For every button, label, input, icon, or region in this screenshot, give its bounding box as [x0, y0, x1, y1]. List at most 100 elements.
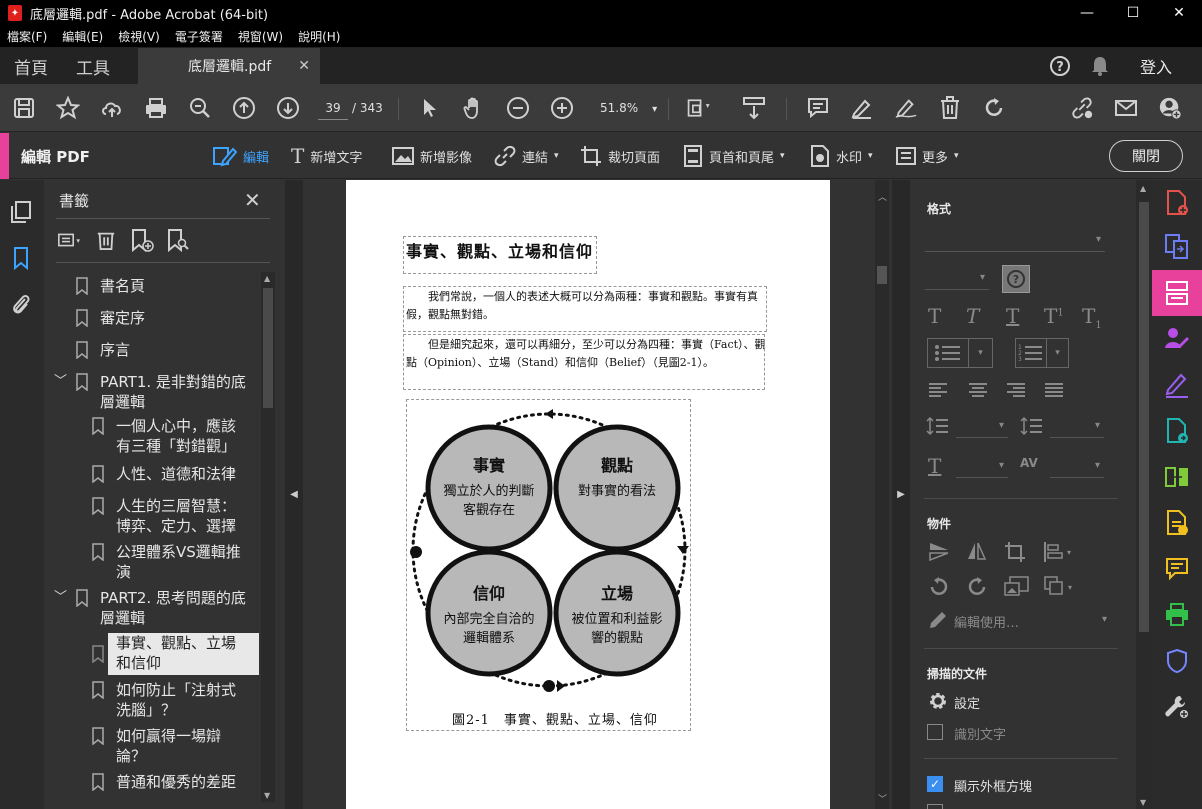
- rotate-right-icon[interactable]: [966, 576, 988, 602]
- request-signature-icon[interactable]: [1164, 326, 1190, 352]
- chevron-down-icon[interactable]: ▾: [1102, 614, 1107, 625]
- bookmark-item[interactable]: 公理體系VS邏輯推演: [70, 542, 250, 582]
- delete-bookmark-icon[interactable]: [94, 228, 118, 252]
- chevron-down-icon[interactable]: ﹀: [54, 588, 72, 608]
- scrollbar-thumb[interactable]: [1139, 202, 1149, 632]
- next-checkbox[interactable]: [927, 804, 943, 809]
- bookmark-item-selected[interactable]: 事實、觀點、立場和信仰: [70, 633, 259, 675]
- arrange-icon[interactable]: ▾: [1044, 576, 1078, 602]
- page-number-input[interactable]: 39: [318, 96, 348, 120]
- collapse-right-panel-button[interactable]: ▶: [892, 180, 910, 809]
- document-scrollbar[interactable]: ︿ ﹀: [875, 180, 889, 809]
- more-tools-wrench-icon[interactable]: [1164, 694, 1190, 720]
- line-spacing-icon[interactable]: [926, 416, 950, 440]
- add-user-icon[interactable]: [1158, 96, 1182, 120]
- bookmark-item[interactable]: ﹀ PART1. 是非對錯的底層邏輯: [54, 372, 249, 412]
- watermark-tool[interactable]: 水印 ▾: [810, 144, 873, 168]
- options-menu-icon[interactable]: ▾: [58, 228, 82, 252]
- paragraph-spacing-dropdown[interactable]: [1050, 418, 1104, 438]
- flip-horizontal-icon[interactable]: [966, 541, 988, 565]
- align-justify-icon[interactable]: [1044, 382, 1064, 402]
- flip-vertical-icon[interactable]: [928, 541, 950, 565]
- bullet-list-dropdown[interactable]: ▾: [927, 338, 993, 368]
- bookmark-item[interactable]: 序言: [54, 340, 130, 360]
- protect-shield-icon[interactable]: [1164, 648, 1190, 674]
- menu-esign[interactable]: 電子簽署: [168, 28, 231, 45]
- format-panel-scrollbar[interactable]: ▲ ▼: [1136, 180, 1152, 809]
- help-icon[interactable]: ?: [1002, 265, 1030, 293]
- zoom-search-icon[interactable]: [188, 96, 212, 120]
- save-icon[interactable]: [12, 96, 36, 120]
- close-window-button[interactable]: ✕: [1156, 0, 1202, 26]
- bookmark-item[interactable]: 如何防止「注射式洗腦」？: [70, 680, 250, 720]
- add-image-tool[interactable]: 新增影像: [392, 144, 472, 168]
- share-link-icon[interactable]: [1070, 96, 1094, 120]
- star-icon[interactable]: [56, 96, 80, 120]
- signin-link[interactable]: 登入: [1140, 54, 1172, 78]
- edit-using-dropdown[interactable]: 編輯使用…: [954, 612, 1019, 631]
- zoom-level-dropdown[interactable]: 51.8% ▾: [592, 96, 662, 120]
- menu-edit[interactable]: 編輯(E): [55, 28, 111, 45]
- menu-help[interactable]: 說明(H): [291, 28, 348, 45]
- align-objects-icon[interactable]: ▾: [1042, 541, 1076, 567]
- page-thumbnails-icon[interactable]: [9, 200, 33, 224]
- crop-page-tool[interactable]: 裁切頁面: [580, 144, 660, 168]
- bookmark-panel-icon[interactable]: [9, 246, 33, 270]
- align-left-icon[interactable]: [928, 382, 948, 402]
- align-right-icon[interactable]: [1006, 382, 1026, 402]
- character-spacing-dropdown[interactable]: [1050, 458, 1104, 478]
- help-icon[interactable]: ?: [1040, 55, 1080, 77]
- chevron-down-icon[interactable]: ﹀: [54, 372, 72, 392]
- align-center-icon[interactable]: [968, 382, 988, 402]
- export-pdf-icon[interactable]: [1164, 418, 1190, 444]
- font-size-dropdown[interactable]: [925, 270, 989, 290]
- delete-icon[interactable]: [938, 96, 962, 120]
- figure-caption[interactable]: 圖2-1 事實、觀點、立場、信仰: [452, 709, 658, 728]
- cloud-upload-icon[interactable]: [100, 96, 124, 120]
- scroll-mode-icon[interactable]: [742, 96, 766, 120]
- scroll-up-icon[interactable]: ▲: [1140, 184, 1146, 193]
- recognize-text-checkbox[interactable]: [927, 724, 943, 740]
- highlight-pen-icon[interactable]: [850, 96, 874, 120]
- bookmark-item[interactable]: ﹀ PART2. 思考問題的底層邏輯: [54, 588, 249, 628]
- bookmark-item[interactable]: 人性、道德和法律: [70, 464, 236, 484]
- close-edit-button[interactable]: 關閉: [1109, 140, 1183, 172]
- gear-icon[interactable]: [927, 690, 949, 716]
- zoom-in-icon[interactable]: [550, 96, 574, 120]
- redo-icon[interactable]: [982, 96, 1006, 120]
- bookmark-item[interactable]: 普通和優秀的差距: [70, 772, 250, 792]
- minimize-button[interactable]: —: [1064, 0, 1110, 26]
- tab-document[interactable]: 底層邏輯.pdf ✕: [138, 48, 320, 84]
- tab-home[interactable]: 首頁: [0, 48, 62, 84]
- font-family-dropdown[interactable]: [925, 232, 1105, 252]
- attachment-icon[interactable]: [9, 292, 33, 316]
- line-spacing-dropdown[interactable]: [956, 418, 1008, 438]
- bookmark-item[interactable]: 審定序: [54, 308, 145, 328]
- hand-tool-icon[interactable]: [462, 96, 486, 120]
- text-t-icon[interactable]: T: [928, 304, 941, 328]
- header-footer-tool[interactable]: 頁首和頁尾 ▾: [683, 144, 785, 168]
- superscript-icon[interactable]: T1: [1044, 304, 1064, 328]
- previous-page-icon[interactable]: [232, 96, 256, 120]
- organize-pages-icon[interactable]: [1164, 464, 1190, 490]
- bookmark-item[interactable]: 如何贏得一場辯論？: [70, 726, 250, 766]
- zoom-out-icon[interactable]: [506, 96, 530, 120]
- settings-link[interactable]: 設定: [954, 693, 980, 712]
- close-tab-icon[interactable]: ✕: [298, 58, 310, 74]
- new-bookmark-icon[interactable]: [130, 228, 154, 252]
- edit-pdf-rail-icon[interactable]: [1152, 270, 1202, 316]
- more-tool[interactable]: 更多 ▾: [896, 144, 959, 168]
- maximize-button[interactable]: ☐: [1110, 0, 1156, 26]
- close-panel-icon[interactable]: ✕: [244, 188, 261, 212]
- text-scale-icon[interactable]: T: [928, 454, 941, 478]
- show-bbox-checkbox[interactable]: ✓: [927, 776, 943, 792]
- edit-tool[interactable]: 編輯: [213, 144, 269, 168]
- scrollbar-thumb[interactable]: [263, 288, 273, 408]
- scroll-up-icon[interactable]: ▲: [264, 274, 270, 283]
- bookmarks-scrollbar[interactable]: ▲ ▼: [261, 272, 275, 802]
- fill-sign-icon[interactable]: [1164, 372, 1190, 398]
- pdf-page[interactable]: 事實、觀點、立場和信仰 我們常說，一個人的表述大概可以分為兩種：事實和觀點。事實…: [346, 180, 830, 809]
- scrollbar-thumb[interactable]: [877, 266, 887, 284]
- find-bookmark-icon[interactable]: [166, 228, 190, 252]
- combine-files-icon[interactable]: [1164, 234, 1190, 260]
